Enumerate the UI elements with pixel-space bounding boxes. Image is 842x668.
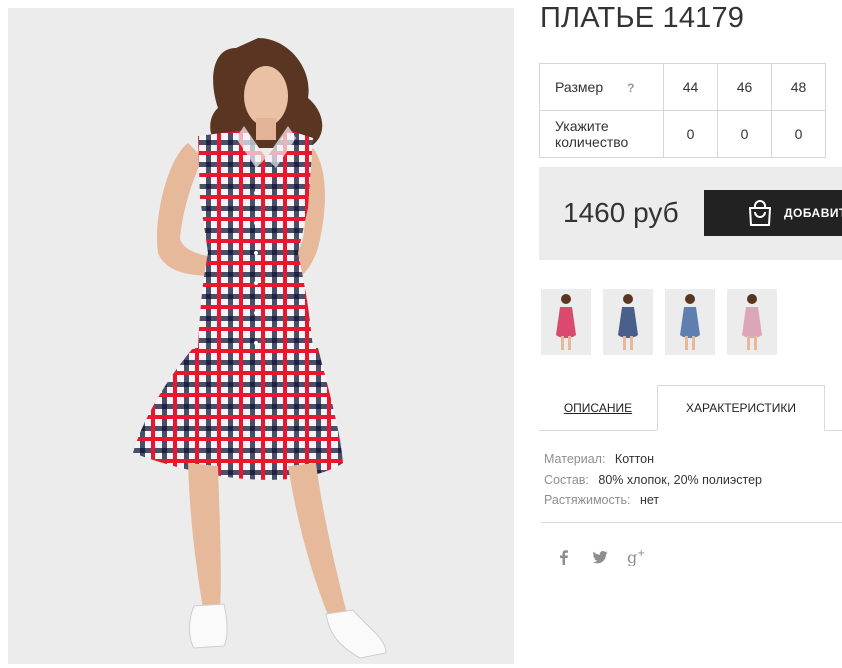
price-panel: 1460 руб ДОБАВИТЬ [539, 167, 842, 260]
thumbnail-model-icon [680, 294, 700, 350]
svg-text:+: + [637, 548, 645, 559]
quantity-input-48[interactable]: 0 [771, 110, 826, 158]
add-to-cart-label: ДОБАВИТЬ [784, 206, 842, 220]
quantity-label-line1: Укажите [555, 118, 609, 134]
size-quantity-table: Размер? 44 46 48 Укажите количество 0 0 … [539, 63, 826, 158]
product-price: 1460 руб [563, 197, 679, 228]
thumbnail-model-icon [556, 294, 576, 350]
quantity-label-line2: количество [555, 134, 629, 150]
google-plus-icon[interactable]: g + [627, 548, 645, 567]
size-label-cell: Размер? [539, 63, 664, 111]
tab-characteristics[interactable]: ХАРАКТЕРИСТИКИ [657, 385, 825, 431]
add-to-cart-button[interactable]: ДОБАВИТЬ [704, 190, 842, 236]
spec-key: Растяжимость: [544, 493, 631, 507]
size-help-icon[interactable]: ? [627, 81, 634, 95]
svg-text:g: g [627, 548, 637, 566]
product-tabs: ОПИСАНИЕ ХАРАКТЕРИСТИКИ [539, 385, 842, 431]
thumbnail-model-icon [742, 294, 762, 350]
quantity-input-44[interactable]: 0 [663, 110, 718, 158]
quantity-label-cell: Укажите количество [539, 110, 664, 158]
color-thumbnail-2[interactable] [603, 289, 653, 355]
spec-value: 80% хлопок, 20% полиэстер [598, 472, 762, 487]
characteristics-list: Материал: Коттон Состав: 80% хлопок, 20%… [544, 449, 762, 511]
tab-description[interactable]: ОПИСАНИЕ [539, 385, 657, 430]
quantity-input-46[interactable]: 0 [717, 110, 772, 158]
spec-key: Состав: [544, 472, 589, 487]
size-label: Размер [555, 78, 604, 95]
spec-row: Материал: Коттон [544, 449, 762, 470]
color-thumbnail-3[interactable] [665, 289, 715, 355]
quantity-row: Укажите количество 0 0 0 [539, 110, 826, 158]
color-thumbnail-1[interactable] [541, 289, 591, 355]
size-row: Размер? 44 46 48 [539, 63, 826, 111]
facebook-icon[interactable] [555, 548, 573, 566]
spec-row: Растяжимость: нет [544, 490, 762, 511]
spec-value: Коттон [614, 452, 655, 466]
spec-value: нет [639, 493, 660, 507]
size-48[interactable]: 48 [771, 63, 826, 111]
spec-row: Состав: 80% хлопок, 20% полиэстер [544, 470, 762, 491]
section-divider [541, 522, 842, 523]
thumbnail-model-icon [618, 294, 638, 350]
size-46[interactable]: 46 [717, 63, 772, 111]
color-thumbnail-4[interactable] [727, 289, 777, 355]
spec-key: Материал: [544, 452, 606, 466]
size-44[interactable]: 44 [663, 63, 718, 111]
twitter-icon[interactable] [591, 548, 609, 566]
product-main-image[interactable] [8, 8, 514, 664]
product-title: ПЛАТЬЕ 14179 [540, 2, 745, 34]
model-photo-illustration [133, 38, 387, 659]
shopping-bag-icon [746, 199, 774, 230]
